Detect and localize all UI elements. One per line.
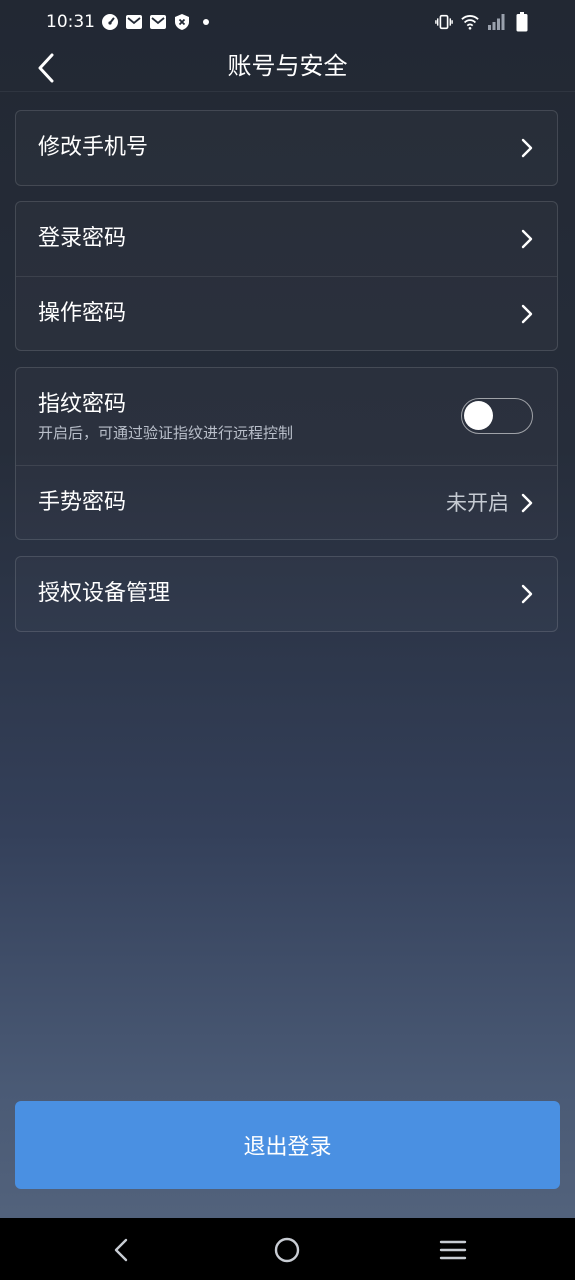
vibrate-icon — [435, 13, 453, 31]
shield-x-icon — [173, 13, 191, 31]
row-authorized-devices[interactable]: 授权设备管理 — [16, 557, 557, 631]
chevron-right-icon — [521, 584, 533, 604]
card-biometric: 指纹密码 开启后，可通过验证指纹进行远程控制 手势密码 未开启 — [15, 367, 558, 540]
page-title: 账号与安全 — [227, 52, 348, 80]
chevron-right-icon — [521, 229, 533, 249]
toggle-knob — [464, 401, 493, 430]
status-bar: 10:31 — [0, 0, 575, 46]
chevron-right-icon — [521, 304, 533, 324]
status-notification-icons — [101, 13, 209, 31]
row-label: 修改手机号 — [38, 135, 149, 160]
signal-icon — [487, 13, 505, 31]
mail-icon — [149, 13, 167, 31]
nav-menu-icon — [439, 1240, 467, 1260]
system-nav-bar — [0, 1218, 575, 1280]
nav-menu-button[interactable] — [435, 1232, 471, 1268]
mail-icon — [125, 13, 143, 31]
row-label: 指纹密码 — [38, 392, 127, 417]
more-notifications-dot — [203, 19, 209, 25]
nav-header: 账号与安全 — [0, 46, 575, 90]
chevron-right-icon — [521, 493, 533, 513]
nav-back-icon — [114, 1238, 128, 1262]
row-operation-password[interactable]: 操作密码 — [16, 276, 557, 350]
row-value: 未开启 — [446, 491, 509, 515]
row-label: 手势密码 — [38, 490, 127, 515]
row-login-password[interactable]: 登录密码 — [16, 202, 557, 276]
row-gesture-password[interactable]: 手势密码 未开启 — [16, 465, 557, 539]
nav-home-button[interactable] — [269, 1232, 305, 1268]
status-time: 10:31 — [46, 12, 95, 32]
fingerprint-toggle[interactable] — [461, 398, 533, 434]
card-phone: 修改手机号 — [15, 110, 558, 186]
chevron-right-icon — [521, 138, 533, 158]
header-divider — [0, 91, 575, 92]
row-subtitle: 开启后，可通过验证指纹进行远程控制 — [38, 424, 294, 442]
nav-back-button[interactable] — [103, 1232, 139, 1268]
row-fingerprint-password: 指纹密码 开启后，可通过验证指纹进行远程控制 — [16, 368, 557, 465]
status-system-icons — [435, 12, 531, 32]
logout-button[interactable]: 退出登录 — [15, 1101, 560, 1189]
wifi-icon — [461, 13, 479, 31]
card-devices: 授权设备管理 — [15, 556, 558, 632]
card-passwords: 登录密码 操作密码 — [15, 201, 558, 351]
nav-home-icon — [274, 1237, 300, 1263]
row-change-phone[interactable]: 修改手机号 — [16, 111, 557, 185]
row-label: 授权设备管理 — [38, 581, 171, 606]
battery-icon — [513, 12, 531, 32]
row-label: 登录密码 — [38, 226, 127, 251]
row-label: 操作密码 — [38, 301, 127, 326]
speedometer-icon — [101, 13, 119, 31]
